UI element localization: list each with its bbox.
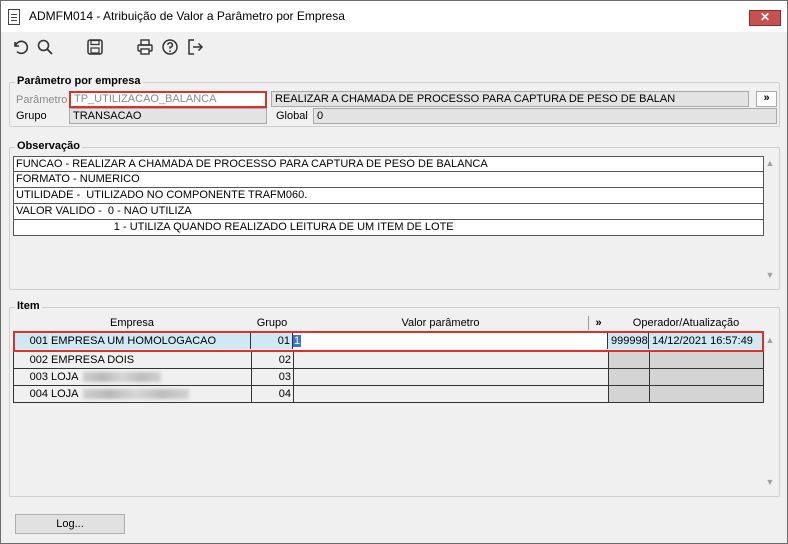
row-valor[interactable]	[294, 369, 609, 385]
window-title: ADMFM014 - Atribuição de Valor a Parâmet…	[29, 9, 345, 23]
toolbar	[1, 32, 787, 62]
header-valor[interactable]: Valor parâmetro	[293, 316, 588, 330]
row-name: EMPRESA DOIS	[50, 352, 252, 368]
grid-header: Empresa Grupo Valor parâmetro » Operador…	[13, 316, 764, 330]
observacao-line: FORMATO - NUMERICO	[13, 172, 764, 188]
scroll-down-icon[interactable]: ▼	[765, 477, 775, 487]
parametro-label: Parâmetro	[16, 94, 68, 106]
row-name: LOJA	[51, 388, 79, 400]
row-code: 001	[15, 333, 49, 349]
header-operador[interactable]: Operador/Atualização	[608, 316, 764, 330]
row-valor[interactable]	[294, 352, 609, 368]
save-icon[interactable]	[84, 36, 106, 58]
close-button[interactable]: ✕	[749, 10, 781, 26]
item-scrollbar[interactable]: ▲ ▼	[763, 331, 777, 491]
print-icon[interactable]	[134, 36, 156, 58]
row-valor-input[interactable]: 1	[293, 333, 608, 349]
table-row[interactable]: 001 EMPRESA UM HOMOLOGACAO 01 1 999998 1…	[15, 333, 762, 350]
grupo-field: TRANSACAO	[69, 108, 267, 124]
item-title: Item	[15, 300, 42, 312]
undo-icon[interactable]	[9, 36, 31, 58]
grupo-label: Grupo	[16, 110, 47, 122]
document-icon	[8, 9, 20, 25]
row-operador	[609, 352, 650, 368]
row-grupo: 04	[252, 386, 294, 402]
row-name: LOJA	[51, 371, 79, 383]
log-button[interactable]: Log...	[15, 514, 125, 534]
row-grupo: 03	[252, 369, 294, 385]
row-code: 004	[29, 388, 48, 400]
row-atualizacao	[650, 369, 763, 385]
app-window: ADMFM014 - Atribuição de Valor a Parâmet…	[0, 0, 788, 544]
row-name: EMPRESA UM HOMOLOGACAO	[50, 333, 251, 349]
header-grupo[interactable]: Grupo	[251, 316, 293, 330]
observacao-list: FUNCAO - REALIZAR A CHAMADA DE PROCESSO …	[13, 156, 764, 236]
row-code: 002	[29, 354, 48, 366]
help-icon[interactable]	[159, 36, 181, 58]
selected-row-frame: 001 EMPRESA UM HOMOLOGACAO 01 1 999998 1…	[13, 331, 764, 352]
row-atualizacao	[650, 352, 763, 368]
param-group-title: Parâmetro por empresa	[15, 75, 143, 87]
row-grupo: 02	[252, 352, 294, 368]
row-operador: 999998	[608, 333, 649, 349]
global-label: Global	[276, 110, 308, 122]
item-grid: Empresa Grupo Valor parâmetro » Operador…	[13, 316, 764, 403]
observacao-line: 1 - UTILIZA QUANDO REALIZADO LEITURA DE …	[13, 220, 764, 236]
title-bar: ADMFM014 - Atribuição de Valor a Parâmet…	[1, 1, 787, 32]
row-valor[interactable]	[294, 386, 609, 402]
header-more-button[interactable]: »	[588, 316, 608, 330]
header-empresa[interactable]: Empresa	[13, 316, 251, 330]
scroll-down-icon[interactable]: ▼	[765, 270, 775, 280]
observacao-line: FUNCAO - REALIZAR A CHAMADA DE PROCESSO …	[13, 156, 764, 172]
row-name-cell: LOJA	[50, 386, 252, 402]
row-operador	[609, 369, 650, 385]
search-icon[interactable]	[34, 36, 56, 58]
scroll-up-icon[interactable]: ▲	[765, 158, 775, 168]
row-code: 003	[29, 371, 48, 383]
redacted-text	[82, 372, 161, 383]
table-row[interactable]: 004 LOJA 04	[13, 386, 764, 403]
observacao-line: UTILIDADE - UTILIZADO NO COMPONENTE TRAF…	[13, 188, 764, 204]
row-atualizacao: 14/12/2021 16:57:49	[649, 333, 762, 349]
global-field: 0	[313, 108, 777, 124]
redacted-text	[82, 389, 189, 400]
row-atualizacao	[650, 386, 763, 402]
observacao-line: VALOR VALIDO - 0 - NAO UTILIZA	[13, 204, 764, 220]
row-name-cell: LOJA	[50, 369, 252, 385]
table-row[interactable]: 003 LOJA 03	[13, 369, 764, 386]
observacao-scrollbar[interactable]: ▲ ▼	[763, 156, 777, 284]
row-operador	[609, 386, 650, 402]
row-valor-value: 1	[293, 335, 302, 347]
observacao-title: Observação	[15, 140, 82, 152]
table-row[interactable]: 002 EMPRESA DOIS 02	[13, 352, 764, 369]
parametro-more-button[interactable]: »	[756, 91, 777, 107]
parametro-description: REALIZAR A CHAMADA DE PROCESSO PARA CAPT…	[271, 91, 749, 107]
parametro-field[interactable]: TP_UTILIZACAO_BALANCA	[69, 91, 267, 108]
exit-icon[interactable]	[184, 36, 206, 58]
scroll-up-icon[interactable]: ▲	[765, 335, 775, 345]
row-grupo: 01	[251, 333, 293, 349]
